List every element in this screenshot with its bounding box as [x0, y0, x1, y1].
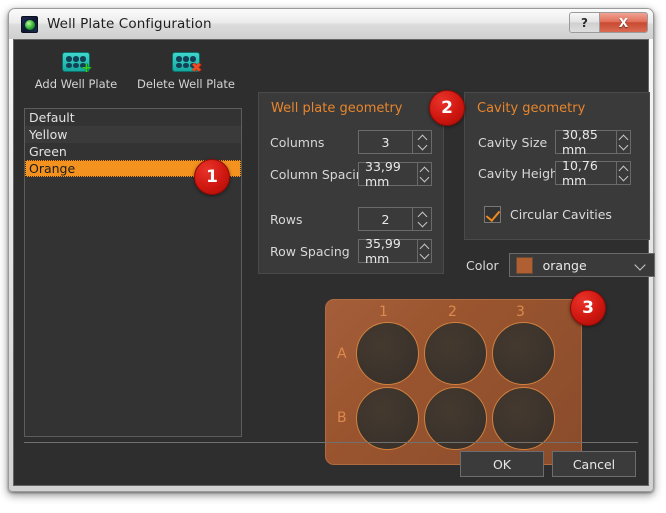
cavity-height-value[interactable]: 10,76 mm: [555, 158, 616, 188]
preview-well: [356, 322, 419, 385]
column-spacing-label-row: Column Spacing: [270, 162, 372, 186]
preview-well: [492, 387, 555, 450]
footer-separator: [24, 442, 638, 443]
preview-row-label: A: [337, 346, 347, 362]
column-spacing-stepper[interactable]: [417, 162, 432, 186]
delete-well-plate-label: Delete Well Plate: [136, 77, 236, 91]
dialog-window: Well Plate Configuration ? X + Add Well …: [8, 8, 655, 492]
preview-well: [424, 322, 487, 385]
well-plate-list-panel: + Add Well Plate ✖ Delete Well Plate Def…: [24, 48, 242, 437]
column-spacing-value[interactable]: 33,99 mm: [358, 159, 418, 189]
row-spacing-label: Row Spacing: [270, 243, 350, 259]
columns-spinbox[interactable]: 3: [358, 130, 432, 154]
annotation-badge-2: 2: [429, 90, 465, 126]
row-spacing-value[interactable]: 35,99 mm: [358, 236, 418, 266]
title-bar[interactable]: Well Plate Configuration ? X: [9, 9, 653, 39]
preview-row-label: B: [337, 410, 347, 426]
window-buttons: ? X: [569, 12, 648, 33]
preview-column-label: 2: [448, 304, 457, 320]
color-select-row: Color orange: [466, 253, 655, 277]
list-item[interactable]: Green: [25, 143, 241, 160]
preview-well: [492, 322, 555, 385]
list-item[interactable]: Yellow: [25, 126, 241, 143]
preview-well: [356, 387, 419, 450]
help-button[interactable]: ?: [570, 13, 600, 32]
annotation-badge-3: 3: [570, 290, 606, 326]
circular-cavities-checkbox-row[interactable]: Circular Cavities: [484, 206, 612, 223]
chevron-down-icon[interactable]: [635, 262, 646, 269]
row-spacing-label-row: Row Spacing: [270, 239, 356, 263]
columns-value[interactable]: 3: [358, 130, 412, 154]
annotation-badge-1: 1: [194, 159, 230, 195]
cavity-size-label: Cavity Size: [478, 134, 548, 150]
row-spacing-stepper[interactable]: [417, 239, 432, 263]
well-plate-add-icon: +: [62, 52, 92, 75]
rows-stepper[interactable]: [412, 207, 432, 231]
color-select[interactable]: orange: [508, 253, 655, 277]
chevron-down-icon[interactable]: [418, 221, 427, 226]
cavity-geometry-title: Cavity geometry: [477, 101, 586, 116]
columns-label: Columns: [270, 134, 325, 150]
chevron-down-icon[interactable]: [420, 176, 429, 181]
delete-well-plate-button[interactable]: ✖ Delete Well Plate: [134, 52, 238, 91]
list-item[interactable]: Default: [25, 109, 241, 126]
column-spacing-label: Column Spacing: [270, 166, 372, 182]
cavity-height-label-row: Cavity Height: [478, 161, 563, 185]
chevron-down-icon[interactable]: [420, 253, 429, 258]
add-well-plate-label: Add Well Plate: [34, 77, 118, 91]
well-plate-delete-icon: ✖: [172, 52, 202, 75]
columns-label-row: Columns: [270, 130, 352, 154]
column-spacing-spinbox[interactable]: 33,99 mm: [358, 159, 432, 189]
circular-cavities-label: Circular Cavities: [510, 207, 612, 222]
rows-label: Rows: [270, 211, 303, 227]
well-plate-app-icon: [21, 15, 38, 33]
window-title: Well Plate Configuration: [47, 16, 212, 32]
rows-value[interactable]: 2: [358, 207, 412, 231]
columns-stepper[interactable]: [412, 130, 432, 154]
cavity-size-value[interactable]: 30,85 mm: [555, 127, 616, 157]
well-plate-preview: 1 2 3 A B: [325, 299, 582, 465]
color-label: Color: [466, 257, 499, 273]
well-plate-toolbar: + Add Well Plate ✖ Delete Well Plate: [24, 48, 242, 91]
row-spacing-spinbox[interactable]: 35,99 mm: [358, 236, 432, 266]
chevron-down-icon[interactable]: [418, 144, 427, 149]
rows-label-row: Rows: [270, 207, 352, 231]
chevron-down-icon[interactable]: [619, 175, 628, 180]
dialog-buttons: OK Cancel: [460, 451, 636, 477]
ok-button[interactable]: OK: [460, 451, 544, 477]
close-button[interactable]: X: [600, 13, 647, 32]
color-swatch: [515, 256, 533, 274]
cavity-height-spinbox[interactable]: 10,76 mm: [555, 158, 631, 188]
circular-cavities-checkbox[interactable]: [484, 206, 501, 223]
cavity-size-stepper[interactable]: [615, 130, 631, 154]
cavity-height-label: Cavity Height: [478, 165, 563, 181]
well-plate-list[interactable]: Default Yellow Green Orange: [24, 108, 242, 437]
cavity-height-stepper[interactable]: [615, 161, 631, 185]
dialog-client-area: + Add Well Plate ✖ Delete Well Plate Def…: [13, 39, 655, 486]
cavity-size-label-row: Cavity Size: [478, 130, 550, 154]
cross-icon: ✖: [191, 61, 202, 76]
chevron-down-icon[interactable]: [619, 144, 628, 149]
well-plate-geometry-title: Well plate geometry: [271, 101, 403, 116]
cancel-button[interactable]: Cancel: [552, 451, 636, 477]
add-well-plate-button[interactable]: + Add Well Plate: [24, 52, 128, 91]
color-value: orange: [542, 257, 587, 273]
preview-column-label: 3: [516, 304, 525, 320]
preview-well: [424, 387, 487, 450]
cavity-size-spinbox[interactable]: 30,85 mm: [555, 127, 631, 157]
preview-column-label: 1: [379, 304, 388, 320]
rows-spinbox[interactable]: 2: [358, 207, 432, 231]
plus-icon: +: [81, 61, 92, 76]
